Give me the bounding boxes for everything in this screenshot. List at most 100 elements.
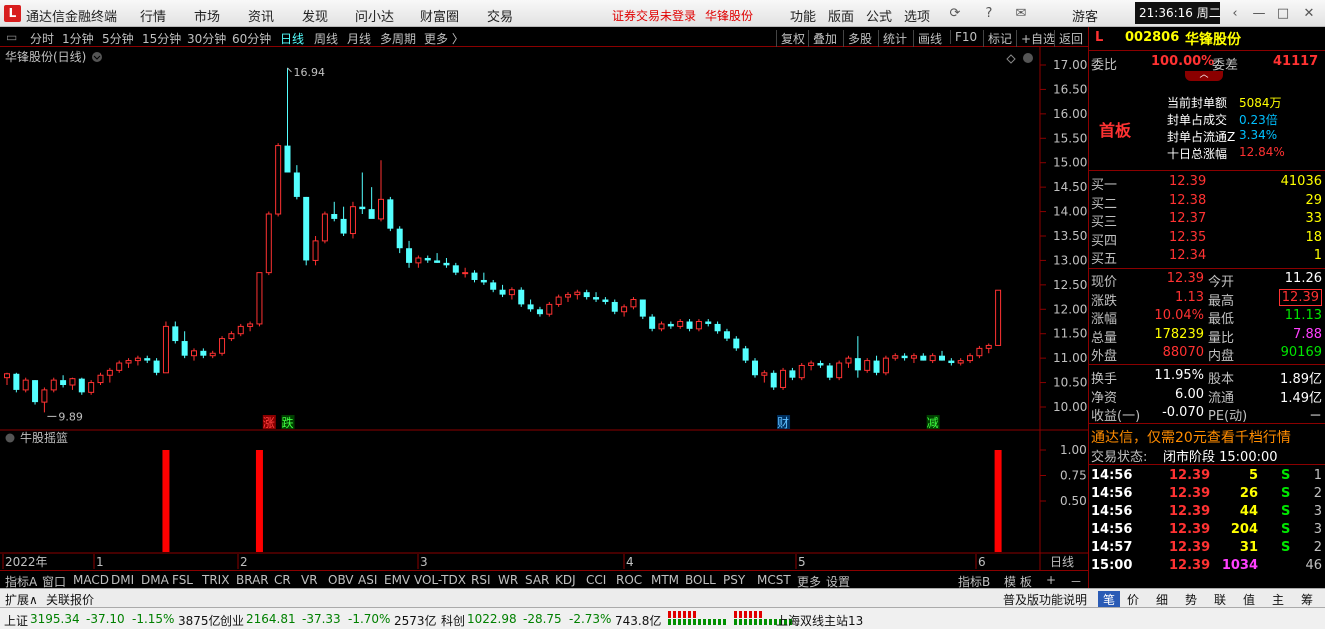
help-link[interactable]: 普及版功能说明 xyxy=(1003,591,1087,608)
menu-faxian[interactable]: 发现 xyxy=(302,6,328,25)
index-name[interactable]: 科创 xyxy=(441,612,465,629)
period-multi[interactable]: 多周期 xyxy=(380,30,416,47)
indicator-tab-cci[interactable]: CCI xyxy=(586,573,606,587)
menu-banmian[interactable]: 版面 xyxy=(828,6,854,25)
tool-diejia[interactable]: 叠加 xyxy=(808,30,837,47)
period-30min[interactable]: 30分钟 xyxy=(187,30,226,47)
candle xyxy=(976,345,983,359)
index-pct: -1.70% xyxy=(348,612,391,626)
tool-fanhui[interactable]: 返回 xyxy=(1054,30,1083,47)
detail-tab[interactable]: 主 xyxy=(1272,591,1284,608)
index-name[interactable]: 创业 xyxy=(220,612,244,629)
indicator-tab-mtm[interactable]: MTM xyxy=(651,573,679,587)
detail-tab[interactable]: 筹 xyxy=(1301,591,1313,608)
indicator-tab-cr[interactable]: CR xyxy=(274,573,291,587)
detail-tab[interactable]: 值 xyxy=(1243,591,1255,608)
indicator-tab-brar[interactable]: BRAR xyxy=(236,573,269,587)
menu-zixun[interactable]: 资讯 xyxy=(248,6,274,25)
indicator-tab-trix[interactable]: TRIX xyxy=(202,573,229,587)
indicator-tab-kdj[interactable]: KDJ xyxy=(555,573,576,587)
tool-zixuan[interactable]: +自选 xyxy=(1016,30,1055,47)
indicator-tab-obv[interactable]: OBV xyxy=(328,573,354,587)
login-notice[interactable]: 证券交易未登录 xyxy=(612,7,696,24)
related-quote-button[interactable]: 关联报价 xyxy=(46,591,94,608)
period-15min[interactable]: 15分钟 xyxy=(142,30,181,47)
event-marker[interactable]: 财 xyxy=(777,415,791,430)
annotations: 16.94 9.89 涨跌 财 减 xyxy=(47,66,940,430)
indicator-tab-asi[interactable]: ASI xyxy=(358,573,377,587)
indicator-tab-boll[interactable]: BOLL xyxy=(685,573,716,587)
detail-tab[interactable]: 价 xyxy=(1127,591,1139,608)
period-5min[interactable]: 5分钟 xyxy=(102,30,134,47)
event-marker[interactable]: 减 xyxy=(926,415,940,430)
indicator-tab-rsi[interactable]: RSI xyxy=(471,573,491,587)
menu-jiaoyi[interactable]: 交易 xyxy=(487,6,513,25)
tool-tongji[interactable]: 统计 xyxy=(878,30,907,47)
period-monthly[interactable]: 月线 xyxy=(347,30,371,47)
tool-biaoji[interactable]: 标记 xyxy=(983,30,1012,47)
bid-row[interactable]: 买一 12.39 41036 xyxy=(1089,173,1325,193)
candle xyxy=(939,350,945,361)
indicator-tab-vr[interactable]: VR xyxy=(301,573,318,587)
indicator-tab-roc[interactable]: ROC xyxy=(616,573,642,587)
bid-row[interactable]: 买五 12.34 1 xyxy=(1089,247,1325,267)
indicator-tab-dmi[interactable]: DMI xyxy=(111,573,134,587)
chart-toggle-icon[interactable]: ▭ xyxy=(6,30,17,44)
event-marker[interactable]: 跌 xyxy=(281,415,295,430)
menu-wenxiaoda[interactable]: 问小达 xyxy=(355,6,394,25)
menu-shichang[interactable]: 市场 xyxy=(194,6,220,25)
tool-huaxian[interactable]: 画线 xyxy=(913,30,942,47)
user-label[interactable]: 游客 xyxy=(1072,6,1098,25)
indicator-tab-fsl[interactable]: FSL xyxy=(172,573,193,587)
refresh-icon[interactable]: ⟳ xyxy=(946,6,964,22)
indicator-tab-psy[interactable]: PSY xyxy=(723,573,745,587)
detail-tab[interactable]: 笔 xyxy=(1098,591,1121,608)
candle xyxy=(50,377,57,393)
kline-chart[interactable]: 华锋股份(日线) 17.0016.5016.0015.5015.0014.501… xyxy=(0,47,1088,570)
bid-row[interactable]: 买三 12.37 33 xyxy=(1089,210,1325,230)
menu-caifuquan[interactable]: 财富圈 xyxy=(420,6,459,25)
promo-banner[interactable]: 通达信，仅需20元查看千档行情 xyxy=(1091,427,1291,447)
detail-tab[interactable]: 势 xyxy=(1185,591,1197,608)
detail-tab[interactable]: 细 xyxy=(1156,591,1168,608)
detail-tab[interactable]: 联 xyxy=(1214,591,1226,608)
candle xyxy=(471,270,478,283)
indicator-tab-dma[interactable]: DMA xyxy=(141,573,169,587)
indicator-tab-emv[interactable]: EMV xyxy=(384,573,410,587)
maximize-icon[interactable]: □ xyxy=(1274,6,1292,22)
period-weekly[interactable]: 周线 xyxy=(314,30,338,47)
bid-row[interactable]: 买二 12.38 29 xyxy=(1089,192,1325,212)
period-1min[interactable]: 1分钟 xyxy=(62,30,94,47)
tool-duogu[interactable]: 多股 xyxy=(843,30,872,47)
expand-button[interactable]: 扩展∧ xyxy=(5,591,38,608)
mail-icon[interactable]: ✉ xyxy=(1012,6,1030,22)
chart-label-dropdown-icon[interactable] xyxy=(92,52,102,62)
chart-corner-icons[interactable] xyxy=(1006,53,1033,64)
index-name[interactable]: 上证 xyxy=(4,612,28,629)
menu-gongneng[interactable]: 功能 xyxy=(790,6,816,25)
bid-row[interactable]: 买四 12.35 18 xyxy=(1089,229,1325,249)
period-60min[interactable]: 60分钟 xyxy=(232,30,271,47)
menu-hangqing[interactable]: 行情 xyxy=(140,6,166,25)
indicator-tab-macd[interactable]: MACD xyxy=(73,573,109,587)
minimize-icon[interactable]: — xyxy=(1250,6,1268,22)
period-fenshi[interactable]: 分时 xyxy=(30,30,54,47)
indicator-tab-wr[interactable]: WR xyxy=(498,573,518,587)
tool-fuquan[interactable]: 复权 xyxy=(776,30,805,47)
period-more[interactable]: 更多 〉 xyxy=(424,30,464,47)
menu-xuanxiang[interactable]: 选项 xyxy=(904,6,930,25)
collapse-icon[interactable]: ︿ xyxy=(1185,71,1223,81)
tool-f10[interactable]: F10 xyxy=(950,30,977,44)
event-marker[interactable]: 涨 xyxy=(262,415,276,430)
indicator-tab-mcst[interactable]: MCST xyxy=(757,573,791,587)
close-icon[interactable]: ✕ xyxy=(1300,6,1318,22)
menu-gongshi[interactable]: 公式 xyxy=(866,6,892,25)
period-daily[interactable]: 日线 xyxy=(280,30,304,47)
right-tab[interactable]: + xyxy=(1046,573,1056,587)
stock-link[interactable]: 华锋股份 xyxy=(705,7,753,24)
indicator-tab-sar[interactable]: SAR xyxy=(525,573,549,587)
help-icon[interactable]: ? xyxy=(980,6,998,22)
candle xyxy=(134,355,141,366)
back-icon[interactable]: ‹ xyxy=(1226,6,1244,22)
indicator-tab-vol-tdx[interactable]: VOL-TDX xyxy=(414,573,466,587)
